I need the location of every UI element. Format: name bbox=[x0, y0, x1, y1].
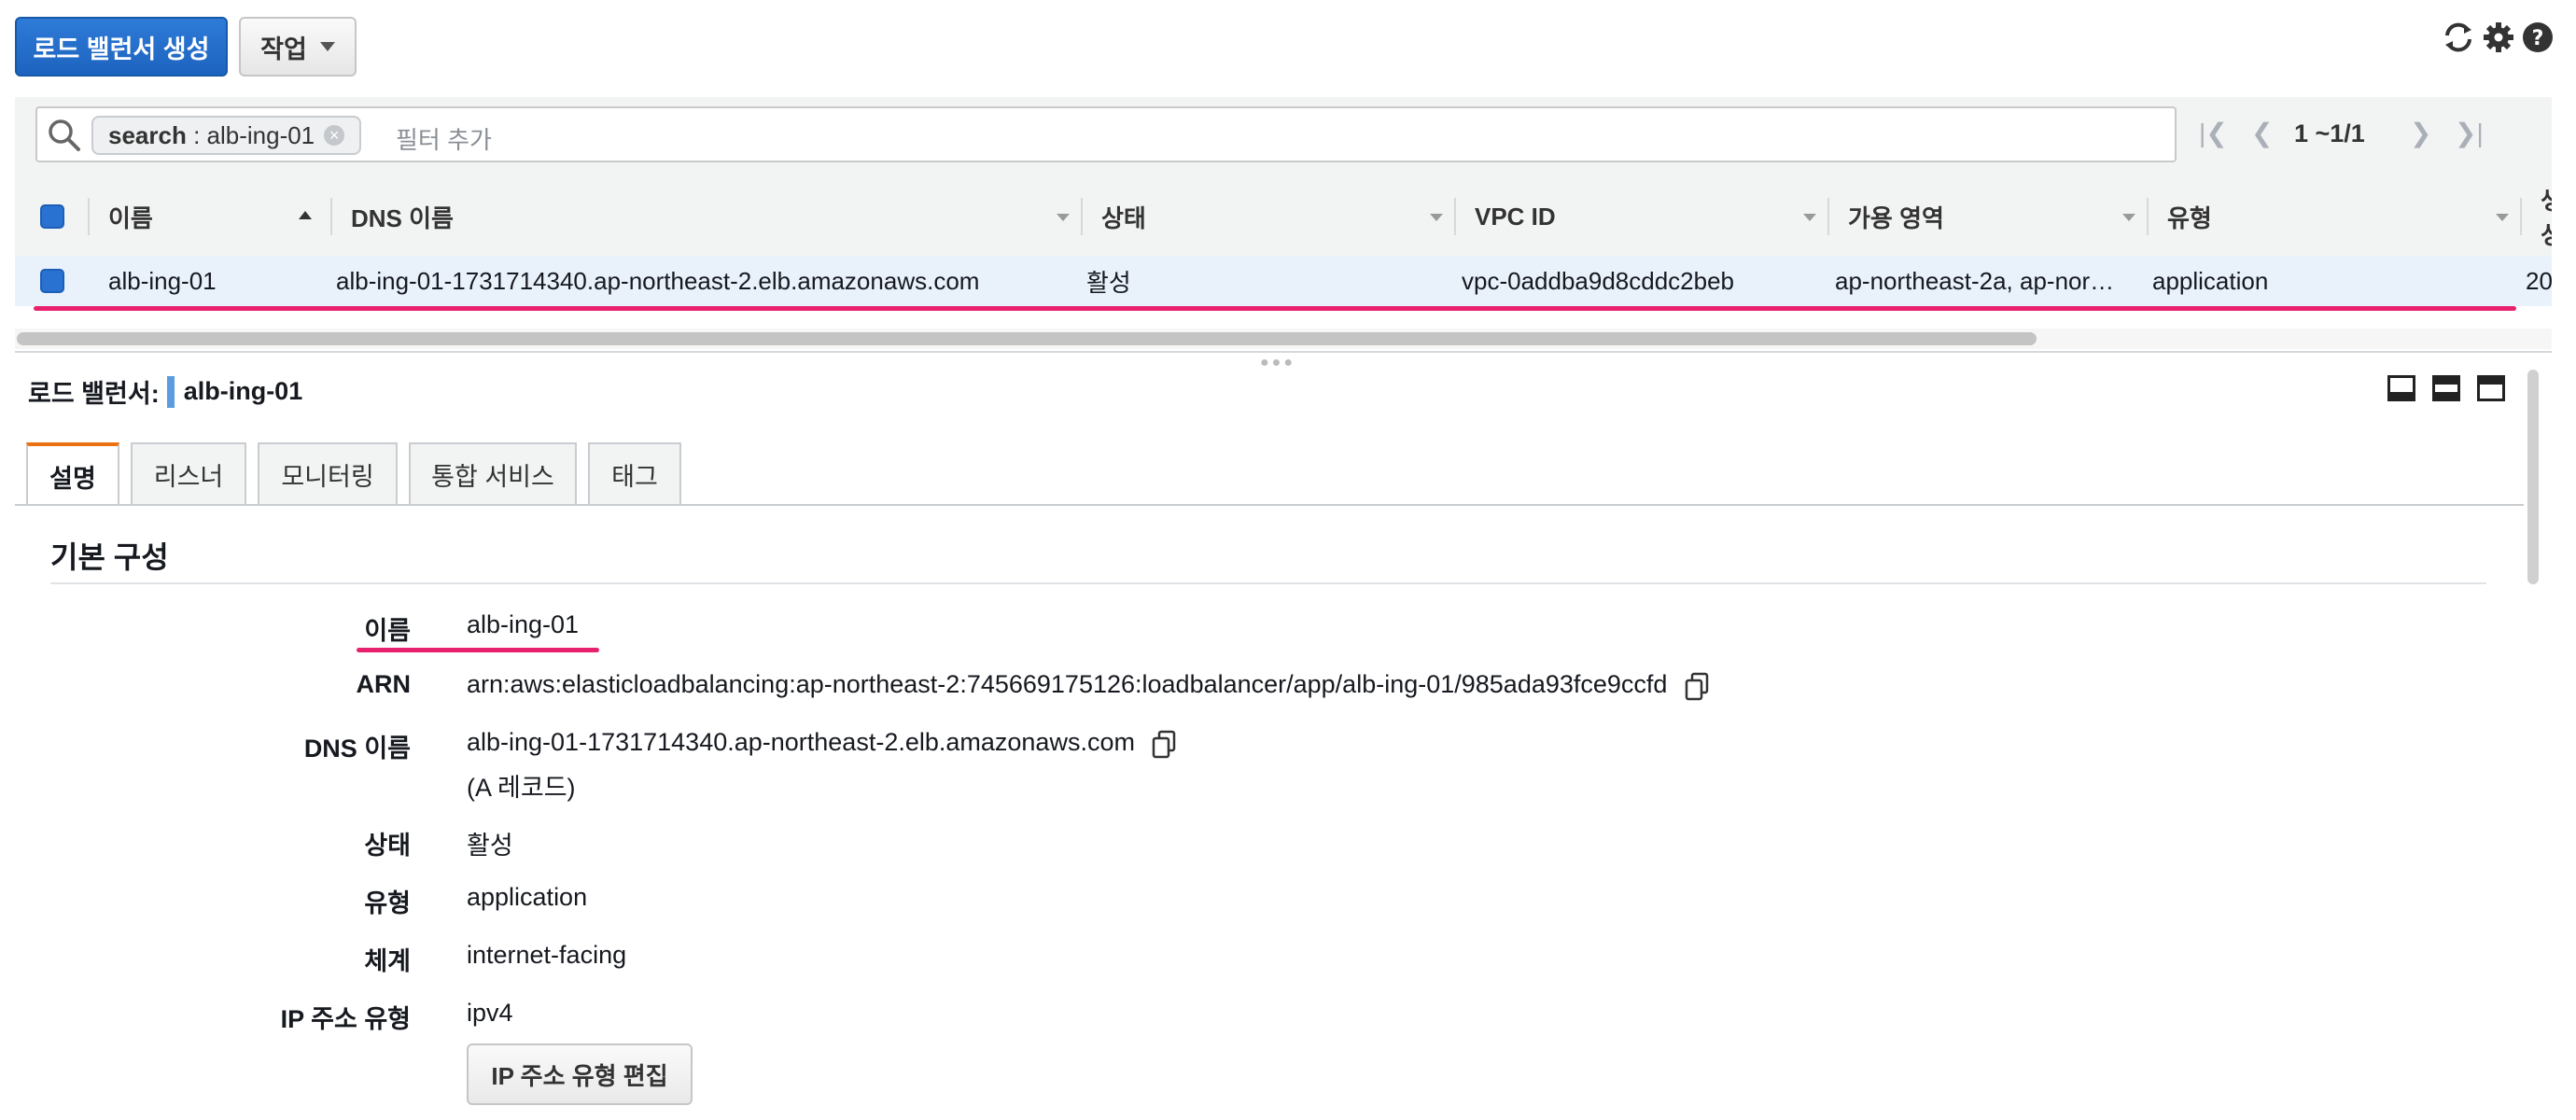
cell-state: 활성 bbox=[1086, 268, 1131, 297]
layout-bottom-icon[interactable] bbox=[2387, 375, 2415, 401]
close-icon[interactable]: × bbox=[324, 125, 345, 146]
detail-title-prefix: 로드 밸런서: bbox=[28, 380, 160, 408]
actions-label: 작업 bbox=[260, 35, 307, 63]
sort-icon bbox=[1430, 214, 1443, 221]
select-all-checkbox[interactable] bbox=[40, 204, 64, 229]
field-value-dns-row: alb-ing-01-1731714340.ap-northeast-2.elb… bbox=[467, 728, 1179, 759]
column-header-label: 상태 bbox=[1101, 203, 1146, 232]
pagination-label: 1 ~1/1 bbox=[2294, 119, 2365, 147]
sort-icon bbox=[2496, 214, 2509, 221]
row-checkbox-cell bbox=[15, 256, 90, 306]
field-label-ip-type: IP 주소 유형 bbox=[280, 1005, 411, 1033]
detail-title-marker bbox=[166, 375, 175, 408]
field-label-name: 이름 bbox=[364, 617, 411, 645]
tab-integrated-services[interactable]: 통합 서비스 bbox=[409, 442, 577, 504]
tab-monitoring[interactable]: 모니터링 bbox=[258, 442, 398, 504]
last-page-icon[interactable]: ❯| bbox=[2455, 118, 2484, 148]
field-label-dns: DNS 이름 bbox=[303, 735, 411, 763]
copy-icon[interactable] bbox=[1151, 729, 1179, 759]
tab-baseline bbox=[15, 504, 2524, 506]
drag-handle-icon[interactable]: ●●● bbox=[1260, 355, 1295, 371]
sort-icon bbox=[1803, 214, 1816, 221]
tab-listeners[interactable]: 리스너 bbox=[131, 442, 246, 504]
column-header-label: 유형 bbox=[2167, 203, 2212, 232]
section-divider bbox=[50, 582, 2486, 584]
detail-title: 로드 밸런서: alb-ing-01 bbox=[28, 373, 302, 410]
sort-icon bbox=[2122, 214, 2135, 221]
search-filter-token[interactable]: search : alb-ing-01 × bbox=[91, 116, 362, 155]
detail-title-name: alb-ing-01 bbox=[183, 377, 303, 405]
first-page-icon[interactable]: |❮ bbox=[2199, 118, 2228, 148]
field-value-state: 활성 bbox=[467, 832, 513, 860]
column-header-type[interactable]: 유형 bbox=[2149, 177, 2522, 256]
field-label-type: 유형 bbox=[364, 889, 411, 917]
help-icon[interactable]: ? bbox=[2520, 19, 2555, 56]
row-checkbox[interactable] bbox=[40, 269, 64, 293]
field-value-ip-type: ipv4 bbox=[467, 999, 513, 1027]
sort-icon bbox=[1057, 214, 1070, 221]
layout-top-icon[interactable] bbox=[2477, 375, 2505, 401]
toolbar-icons: ? bbox=[2440, 19, 2555, 56]
filter-placeholder[interactable]: 필터 추가 bbox=[396, 121, 492, 156]
select-all-checkbox-cell bbox=[15, 177, 90, 256]
column-header-dns[interactable]: DNS 이름 bbox=[332, 177, 1083, 256]
field-value-arn-row: arn:aws:elasticloadbalancing:ap-northeas… bbox=[467, 670, 1712, 701]
token-value: : alb-ing-01 bbox=[186, 120, 315, 149]
column-header-created[interactable]: 생성 bbox=[2522, 177, 2552, 256]
create-load-balancer-button[interactable]: 로드 밸런서 생성 bbox=[15, 17, 228, 77]
next-page-icon[interactable]: ❯ bbox=[2410, 118, 2431, 148]
prev-page-icon[interactable]: ❮ bbox=[2251, 118, 2273, 148]
column-header-label: 이름 bbox=[108, 203, 153, 232]
column-header-label: VPC ID bbox=[1475, 202, 1556, 231]
cell-vpc: vpc-0addba9d8cddc2beb bbox=[1462, 266, 1735, 295]
field-value-arn: arn:aws:elasticloadbalancing:ap-northeas… bbox=[467, 670, 1668, 698]
table-header: 이름 DNS 이름 상태 VPC ID 가용 영역 유형 생성 bbox=[15, 177, 2552, 258]
field-value-name: alb-ing-01 bbox=[467, 610, 580, 638]
horizontal-scrollbar-thumb[interactable] bbox=[17, 332, 2037, 345]
filter-bar: search : alb-ing-01 × 필터 추가 |❮ ❮ 1 ~1/1 … bbox=[15, 97, 2552, 178]
layout-split-icon[interactable] bbox=[2432, 375, 2460, 401]
vertical-scrollbar-thumb[interactable] bbox=[2527, 370, 2539, 584]
field-value-dns: alb-ing-01-1731714340.ap-northeast-2.elb… bbox=[467, 728, 1135, 756]
column-header-state[interactable]: 상태 bbox=[1083, 177, 1456, 256]
pane-splitter[interactable] bbox=[15, 351, 2552, 353]
highlight-underline bbox=[34, 306, 2516, 311]
cell-dns: alb-ing-01-1731714340.ap-northeast-2.elb… bbox=[336, 266, 980, 295]
field-label-scheme: 체계 bbox=[364, 947, 411, 975]
field-value-dns-note: (A 레코드) bbox=[467, 774, 576, 802]
highlight-underline bbox=[357, 648, 599, 652]
table-row[interactable]: alb-ing-01 alb-ing-01-1731714340.ap-nort… bbox=[15, 256, 2552, 306]
copy-icon[interactable] bbox=[1684, 671, 1712, 701]
svg-text:?: ? bbox=[2532, 27, 2544, 50]
tab-tags[interactable]: 태그 bbox=[588, 442, 681, 504]
search-input[interactable]: search : alb-ing-01 × 필터 추가 bbox=[35, 106, 2177, 162]
cell-created: 20 bbox=[2526, 266, 2552, 295]
column-header-label: 가용 영역 bbox=[1848, 203, 1944, 232]
cell-type: application bbox=[2152, 266, 2269, 295]
cell-name: alb-ing-01 bbox=[108, 266, 217, 295]
token-key: search bbox=[108, 120, 187, 149]
tab-description[interactable]: 설명 bbox=[26, 442, 119, 506]
chevron-down-icon bbox=[319, 42, 335, 51]
column-header-label: DNS 이름 bbox=[351, 203, 454, 232]
column-header-name[interactable]: 이름 bbox=[90, 177, 332, 256]
sort-asc-icon bbox=[299, 211, 312, 219]
search-icon bbox=[49, 119, 80, 151]
refresh-icon[interactable] bbox=[2440, 19, 2477, 56]
field-label-state: 상태 bbox=[364, 832, 411, 860]
section-heading: 기본 구성 bbox=[50, 540, 169, 574]
field-label-arn: ARN bbox=[356, 670, 412, 698]
actions-dropdown-button[interactable]: 작업 bbox=[239, 17, 357, 77]
column-header-az[interactable]: 가용 영역 bbox=[1829, 177, 2149, 256]
field-value-scheme: internet-facing bbox=[467, 941, 627, 969]
column-header-label: 생성 bbox=[2541, 187, 2552, 249]
edit-ip-address-type-button[interactable]: IP 주소 유형 편집 bbox=[467, 1043, 693, 1105]
field-value-type: application bbox=[467, 883, 588, 911]
cell-az: ap-northeast-2a, ap-nor… bbox=[1835, 266, 2115, 295]
column-header-vpc[interactable]: VPC ID bbox=[1456, 177, 1829, 256]
gear-icon[interactable] bbox=[2481, 19, 2516, 56]
